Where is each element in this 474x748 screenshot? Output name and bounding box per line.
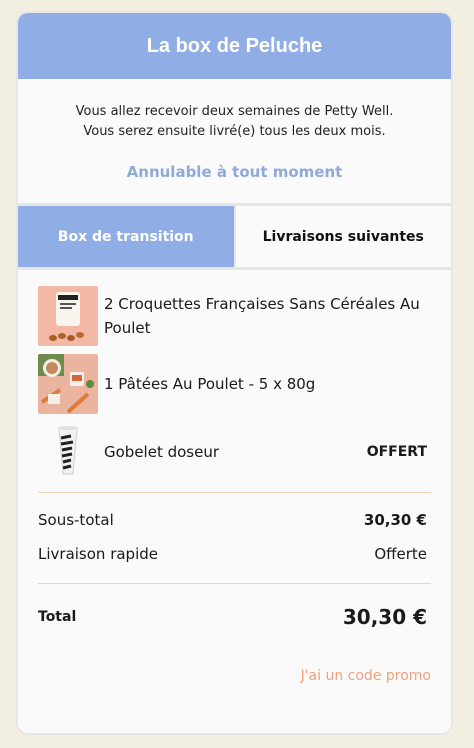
page-title: La box de Peluche bbox=[146, 34, 323, 57]
tab-label: Livraisons suivantes bbox=[262, 228, 424, 245]
tab-box-de-transition[interactable]: Box de transition bbox=[18, 206, 236, 267]
shipping-label: Livraison rapide bbox=[38, 545, 158, 563]
tab-livraisons-suivantes[interactable]: Livraisons suivantes bbox=[235, 206, 451, 267]
box-title-header: La box de Peluche bbox=[18, 13, 451, 79]
intro-line-2: Vous serez ensuite livré(e) tous les deu… bbox=[83, 124, 386, 139]
patees-thumbnail bbox=[38, 354, 98, 414]
tab-label: Box de transition bbox=[57, 228, 194, 245]
total-label: Total bbox=[38, 609, 77, 625]
subtotal-row: Sous-total 30,30 € bbox=[18, 503, 451, 537]
list-item: Gobelet doseur OFFERT bbox=[38, 422, 431, 482]
gobelet-thumbnail bbox=[38, 422, 98, 482]
order-summary-card: La box de Peluche Vous allez recevoir de… bbox=[16, 11, 453, 735]
shipping-value: Offerte bbox=[374, 545, 427, 563]
item-label: Gobelet doseur bbox=[104, 443, 220, 461]
croquettes-thumbnail bbox=[38, 286, 98, 346]
shipping-row: Livraison rapide Offerte bbox=[18, 537, 451, 571]
item-label: 1 Pâtées Au Poulet - 5 x 80g bbox=[104, 375, 316, 393]
total-value: 30,30 € bbox=[342, 605, 427, 629]
intro-section: Vous allez recevoir deux semaines de Pet… bbox=[18, 79, 451, 206]
delivery-tabs: Box de transition Livraisons suivantes bbox=[18, 206, 451, 270]
intro-line-1: Vous allez recevoir deux semaines de Pet… bbox=[75, 104, 394, 119]
subtotal-value: 30,30 € bbox=[363, 511, 427, 529]
subtotal-label: Sous-total bbox=[38, 511, 114, 529]
promo-code-link[interactable]: J'ai un code promo bbox=[18, 668, 451, 684]
total-row: Total 30,30 € bbox=[18, 584, 451, 650]
box-items-list: 2 Croquettes Françaises Sans Céréales Au… bbox=[18, 270, 451, 482]
list-item: 2 Croquettes Françaises Sans Céréales Au… bbox=[38, 286, 431, 346]
list-item: 1 Pâtées Au Poulet - 5 x 80g bbox=[38, 354, 431, 414]
offert-badge: OFFERT bbox=[366, 444, 427, 460]
item-label: 2 Croquettes Françaises Sans Céréales Au… bbox=[104, 295, 420, 337]
cancel-anytime-text: Annulable à tout moment bbox=[126, 163, 343, 181]
